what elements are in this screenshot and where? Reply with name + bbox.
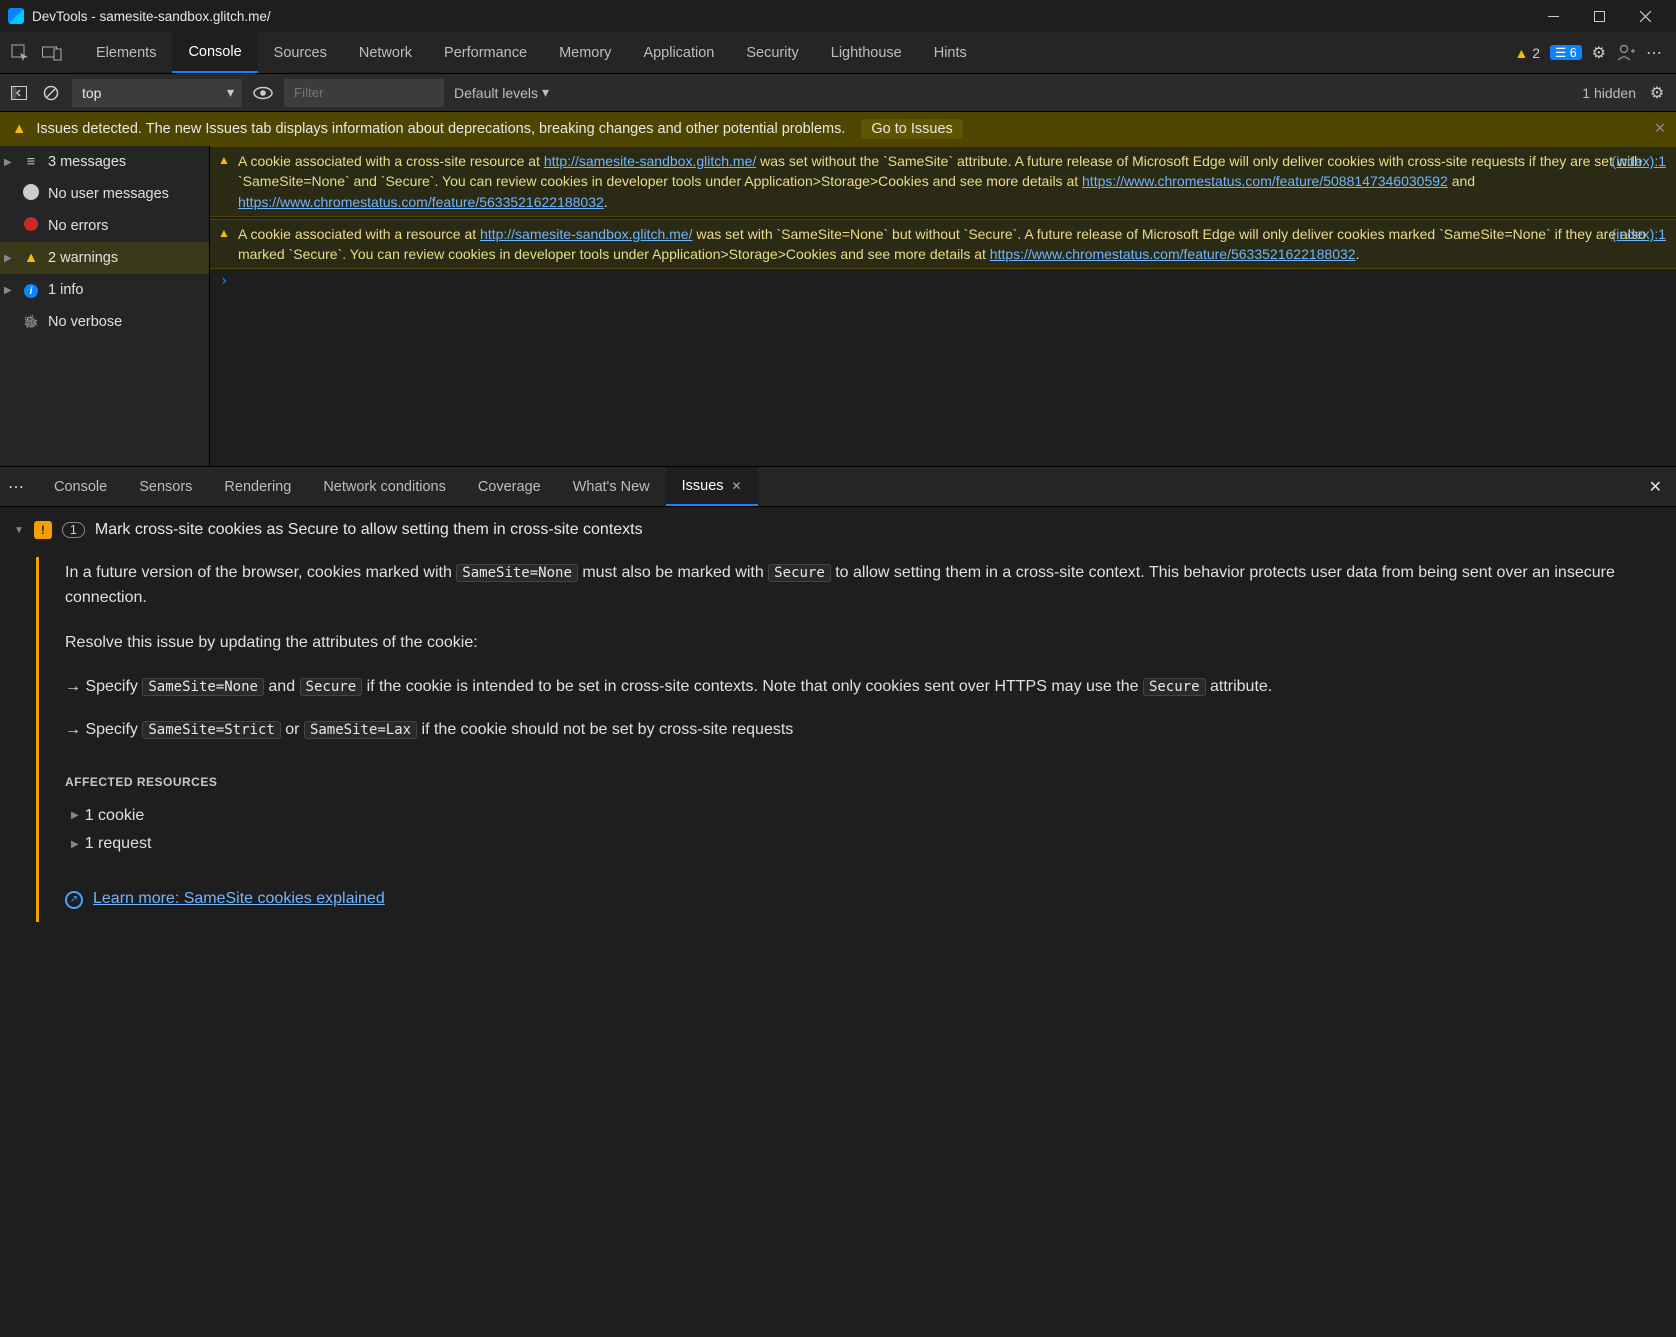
drawer-tabs-bar: ⋯ ConsoleSensorsRenderingNetwork conditi… (0, 467, 1676, 507)
bug-icon (22, 314, 40, 330)
log-levels-select[interactable]: Default levels▾ (454, 84, 549, 101)
link[interactable]: https://www.chromestatus.com/feature/563… (238, 194, 604, 210)
message-source-link[interactable]: (index):1 (1612, 151, 1666, 171)
tab-performance[interactable]: Performance (428, 32, 543, 73)
console-prompt[interactable]: › (210, 269, 1676, 293)
warning-icon: ▲ (218, 152, 230, 169)
hidden-count[interactable]: 1 hidden (1582, 85, 1636, 101)
issue-title: Mark cross-site cookies as Secure to all… (95, 521, 643, 539)
learn-more-link[interactable]: Learn more: SameSite cookies explained (93, 887, 385, 912)
console-settings-icon[interactable]: ⚙ (1646, 82, 1668, 104)
list-icon (22, 154, 40, 170)
affected-resources-header: AFFECTED RESOURCES (65, 773, 1648, 792)
go-to-issues-button[interactable]: Go to Issues (861, 119, 962, 139)
drawer-close-icon[interactable]: ✕ (1649, 477, 1668, 497)
issues-banner-text: Issues detected. The new Issues tab disp… (36, 121, 845, 137)
console-toolbar: top Default levels▾ 1 hidden ⚙ (0, 74, 1676, 112)
app-logo (8, 8, 24, 24)
sidebar-warnings[interactable]: ▶▲2 warnings (0, 242, 209, 274)
window-maximize-button[interactable] (1576, 0, 1622, 32)
link[interactable]: https://www.chromestatus.com/feature/563… (990, 246, 1356, 262)
tab-security[interactable]: Security (730, 32, 814, 73)
toggle-sidebar-button[interactable] (8, 82, 30, 104)
drawer-more-icon[interactable]: ⋯ (8, 477, 24, 497)
issue-severity-icon: ! (34, 521, 52, 539)
drawer-tab-network-conditions[interactable]: Network conditions (307, 467, 462, 506)
close-tab-icon[interactable]: ✕ (732, 479, 742, 493)
tab-console[interactable]: Console (172, 32, 257, 73)
chevron-right-icon: ▶ (71, 808, 79, 824)
link[interactable]: http://samesite-sandbox.glitch.me/ (544, 153, 756, 169)
window-close-button[interactable] (1622, 0, 1668, 32)
tab-elements[interactable]: Elements (80, 32, 172, 73)
main-tabs-bar: ElementsConsoleSourcesNetworkPerformance… (0, 32, 1676, 74)
warning-icon: ▲ (218, 225, 230, 242)
sidebar-user-messages[interactable]: No user messages (0, 178, 209, 210)
clear-console-button[interactable] (40, 82, 62, 104)
inspect-element-button[interactable] (6, 39, 34, 67)
tab-sources[interactable]: Sources (258, 32, 343, 73)
console-messages: ▲ (index):1 A cookie associated with a c… (210, 146, 1676, 466)
tab-application[interactable]: Application (627, 32, 730, 73)
sidebar-messages[interactable]: ▶3 messages (0, 146, 209, 178)
tab-hints[interactable]: Hints (918, 32, 983, 73)
affected-cookie-row[interactable]: ▶1 cookie (71, 804, 1648, 829)
issue-count-badge: 1 (62, 522, 85, 538)
drawer-tab-rendering[interactable]: Rendering (208, 467, 307, 506)
sidebar-errors[interactable]: No errors (0, 210, 209, 242)
close-icon[interactable]: ✕ (1654, 121, 1666, 137)
tab-lighthouse[interactable]: Lighthouse (815, 32, 918, 73)
link[interactable]: http://samesite-sandbox.glitch.me/ (480, 226, 692, 242)
drawer-tab-what-s-new[interactable]: What's New (557, 467, 666, 506)
message-source-link[interactable]: (index):1 (1612, 224, 1666, 244)
drawer-tab-console[interactable]: Console (38, 467, 123, 506)
drawer-tab-coverage[interactable]: Coverage (462, 467, 557, 506)
external-link-icon: ↗ (65, 891, 83, 909)
device-emulation-button[interactable] (38, 39, 66, 67)
issue-header[interactable]: ▼ ! 1 Mark cross-site cookies as Secure … (14, 521, 1662, 539)
window-minimize-button[interactable] (1530, 0, 1576, 32)
titlebar: DevTools - samesite-sandbox.glitch.me/ (0, 0, 1676, 32)
console-warning-row[interactable]: ▲ (index):1 A cookie associated with a r… (210, 219, 1676, 270)
tab-network[interactable]: Network (343, 32, 428, 73)
link[interactable]: https://www.chromestatus.com/feature/508… (1082, 173, 1448, 189)
chevron-right-icon: ▶ (71, 837, 79, 853)
settings-gear-icon[interactable]: ⚙ (1592, 43, 1606, 63)
more-menu-icon[interactable]: ⋯ (1646, 43, 1662, 63)
console-warning-row[interactable]: ▲ (index):1 A cookie associated with a c… (210, 146, 1676, 217)
console-sidebar: ▶3 messages No user messages No errors ▶… (0, 146, 210, 466)
issue-body: In a future version of the browser, cook… (36, 557, 1662, 922)
issues-panel: ▼ ! 1 Mark cross-site cookies as Secure … (0, 507, 1676, 1337)
warnings-badge[interactable]: ▲ 2 (1514, 45, 1540, 61)
chevron-down-icon: ▼ (14, 525, 24, 536)
affected-request-row[interactable]: ▶1 request (71, 832, 1648, 857)
sidebar-verbose[interactable]: No verbose (0, 306, 209, 338)
drawer-tab-issues[interactable]: Issues✕ (666, 467, 758, 506)
sidebar-info[interactable]: ▶i1 info (0, 274, 209, 306)
filter-input[interactable] (284, 79, 444, 107)
user-icon (22, 184, 40, 204)
tab-memory[interactable]: Memory (543, 32, 627, 73)
error-icon (22, 217, 40, 235)
infos-badge[interactable]: ☰ 6 (1550, 45, 1582, 60)
info-icon: i (22, 282, 40, 299)
context-select-value: top (82, 85, 101, 101)
issues-banner: ▲ Issues detected. The new Issues tab di… (0, 112, 1676, 146)
context-select[interactable]: top (72, 79, 242, 107)
drawer-tab-sensors[interactable]: Sensors (123, 467, 208, 506)
warning-icon: ▲ (12, 121, 26, 137)
live-expression-button[interactable] (252, 82, 274, 104)
warning-icon: ▲ (22, 250, 40, 266)
profile-icon[interactable] (1616, 43, 1636, 63)
window-title: DevTools - samesite-sandbox.glitch.me/ (32, 9, 1530, 24)
